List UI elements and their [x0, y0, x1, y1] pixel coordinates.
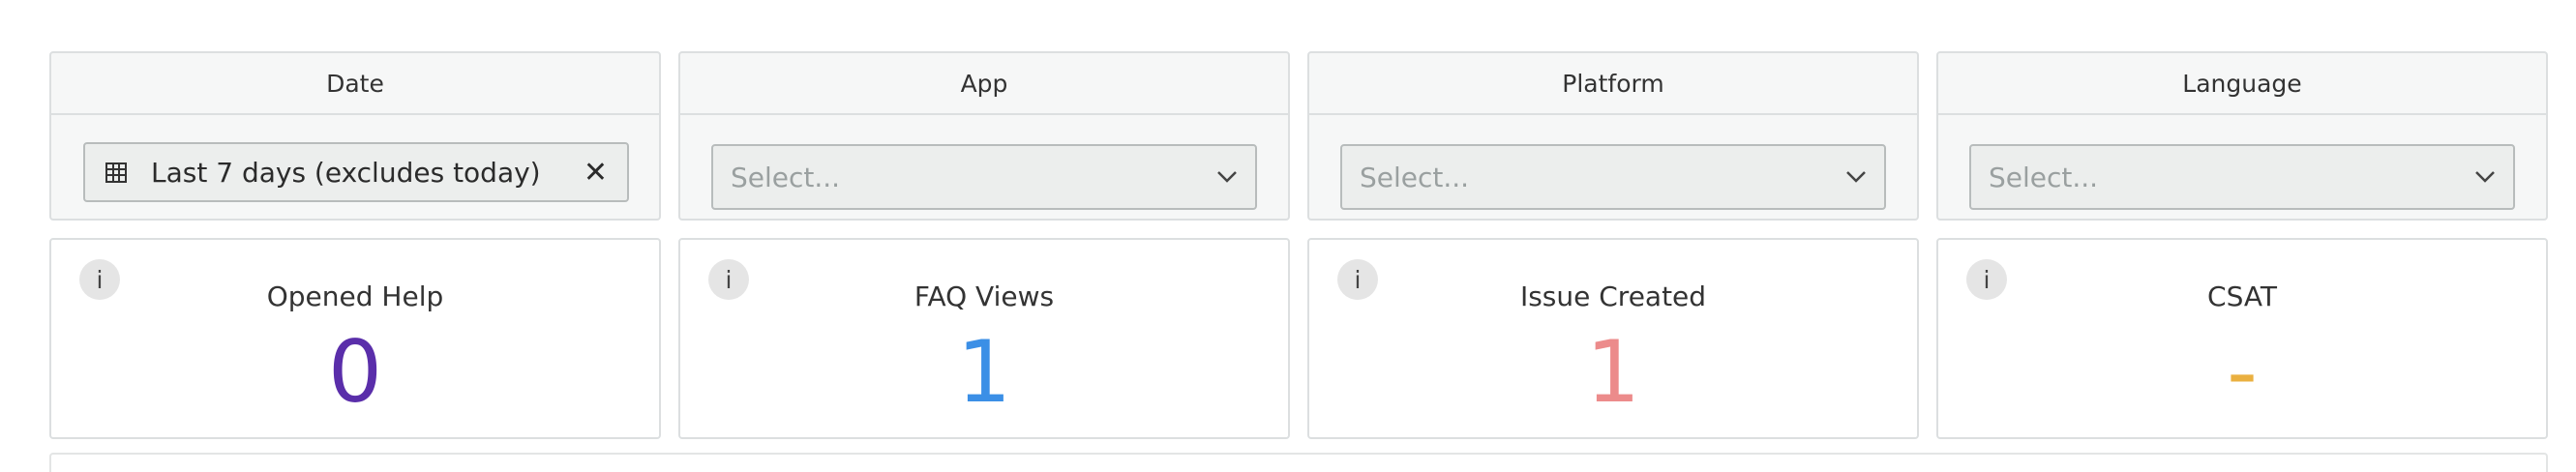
next-panel-edge	[49, 453, 2548, 472]
calendar-icon	[105, 161, 128, 184]
dashboard: Date Last 7 days (excludes today) ✕ App …	[49, 51, 2548, 439]
filter-platform: Platform Select...	[1307, 51, 1919, 221]
filter-title: Date	[51, 53, 659, 115]
filter-date: Date Last 7 days (excludes today) ✕	[49, 51, 661, 221]
filter-language: Language Select...	[1936, 51, 2548, 221]
kpi-label: Issue Created	[1519, 280, 1707, 312]
filter-app: App Select...	[678, 51, 1290, 221]
date-range-value: Last 7 days (excludes today)	[151, 156, 541, 189]
kpi-row: i Opened Help 0 i FAQ Views 1 i Issue Cr…	[49, 238, 2548, 439]
select-placeholder: Select...	[1989, 161, 2099, 193]
select-placeholder: Select...	[1360, 161, 1470, 193]
kpi-csat: i CSAT -	[1936, 238, 2548, 439]
kpi-faq-views: i FAQ Views 1	[678, 238, 1290, 439]
platform-select[interactable]: Select...	[1340, 144, 1886, 210]
kpi-value: -	[2227, 322, 2258, 422]
date-range-picker[interactable]: Last 7 days (excludes today) ✕	[83, 142, 629, 202]
kpi-label: CSAT	[2207, 280, 2277, 312]
filter-row: Date Last 7 days (excludes today) ✕ App …	[49, 51, 2548, 221]
kpi-label: Opened Help	[266, 280, 444, 312]
app-select[interactable]: Select...	[711, 144, 1257, 210]
kpi-value: 1	[957, 322, 1011, 422]
language-select[interactable]: Select...	[1969, 144, 2515, 210]
kpi-opened-help: i Opened Help 0	[49, 238, 661, 439]
select-placeholder: Select...	[731, 161, 841, 193]
clear-date-icon[interactable]: ✕	[584, 156, 608, 190]
chevron-down-icon	[1846, 171, 1866, 183]
kpi-label: FAQ Views	[914, 280, 1055, 312]
kpi-value: 1	[1586, 322, 1640, 422]
kpi-issue-created: i Issue Created 1	[1307, 238, 1919, 439]
filter-title: App	[680, 53, 1288, 115]
chevron-down-icon	[2475, 171, 2495, 183]
chevron-down-icon	[1217, 171, 1237, 183]
filter-title: Language	[1938, 53, 2546, 115]
filter-title: Platform	[1309, 53, 1917, 115]
kpi-value: 0	[328, 322, 382, 422]
